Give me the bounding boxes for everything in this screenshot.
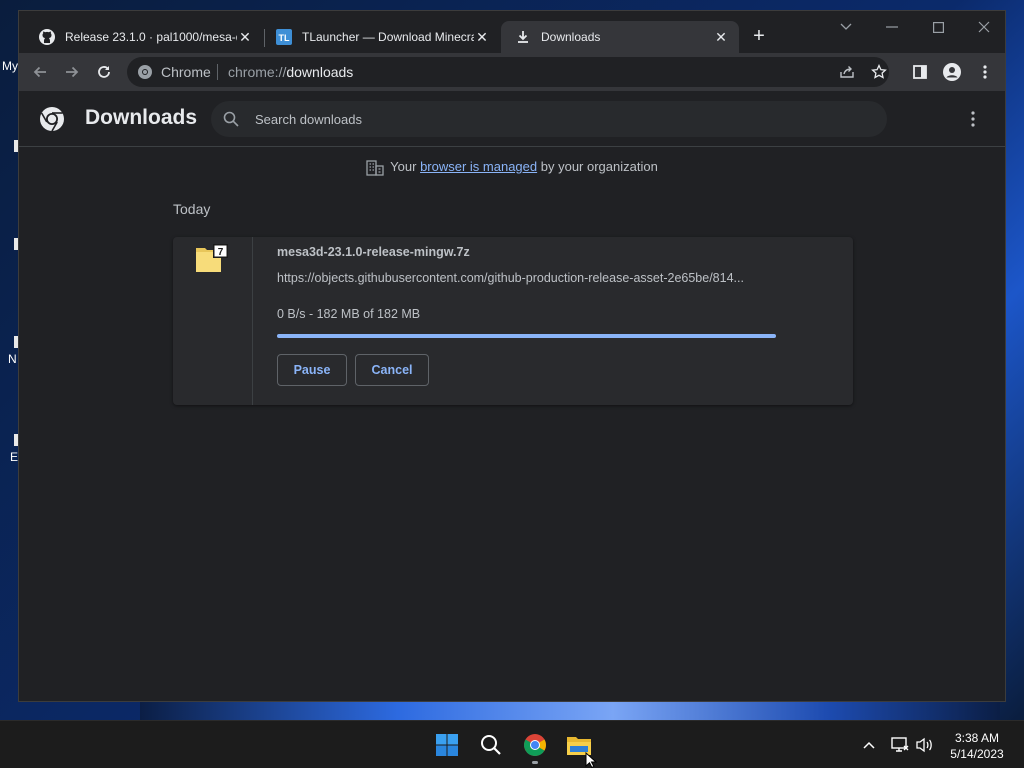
clock-time: 3:38 AM xyxy=(954,731,1000,745)
search-icon xyxy=(223,111,239,127)
pause-button[interactable]: Pause xyxy=(277,354,347,386)
tlauncher-icon: TL xyxy=(276,29,292,45)
desktop-icon-label: E xyxy=(10,450,19,464)
forward-button[interactable] xyxy=(60,60,84,84)
cancel-button[interactable]: Cancel xyxy=(355,354,429,386)
profile-icon xyxy=(943,63,961,81)
share-button[interactable] xyxy=(835,60,859,84)
building-icon xyxy=(366,159,384,176)
reload-icon xyxy=(98,66,110,78)
network-icon xyxy=(891,737,909,752)
tab-tlauncher[interactable]: TL TLauncher — Download Minecraft ✕ xyxy=(262,21,500,53)
share-icon xyxy=(840,66,854,78)
new-tab-button[interactable]: + xyxy=(747,25,771,49)
svg-text:TL: TL xyxy=(279,33,290,43)
download-url[interactable]: https://objects.githubusercontent.com/gi… xyxy=(277,271,773,285)
kebab-menu-icon xyxy=(983,65,987,79)
side-panel-icon xyxy=(913,65,927,79)
url-host: downloads xyxy=(286,64,354,80)
taskbar: 3:38 AM 5/14/2023 xyxy=(0,720,1024,768)
omnibox-separator xyxy=(217,64,218,80)
chevron-down-icon xyxy=(840,23,852,30)
managed-notice: Your browser is managed by your organiza… xyxy=(19,159,1005,179)
network-button[interactable] xyxy=(890,735,910,755)
tab-search-button[interactable] xyxy=(823,15,869,39)
download-icon-column: 7 xyxy=(173,237,253,405)
page-title: Downloads xyxy=(85,106,198,129)
7z-badge-text: 7 xyxy=(218,247,224,258)
managed-prefix: Your xyxy=(390,159,417,174)
url-scheme: chrome:// xyxy=(228,64,287,80)
search-box[interactable] xyxy=(211,101,887,137)
download-progress-bar xyxy=(277,334,776,338)
7z-archive-icon: 7 xyxy=(196,244,228,272)
profile-button[interactable] xyxy=(940,60,964,84)
download-progress-fill xyxy=(277,334,776,338)
chrome-icon xyxy=(138,65,152,79)
show-hidden-icons-button[interactable] xyxy=(859,735,879,755)
date-section-header: Today xyxy=(173,201,211,217)
close-icon[interactable]: ✕ xyxy=(237,29,253,45)
downloads-page: Downloads Your browser is managed by you… xyxy=(19,91,1005,701)
back-button[interactable] xyxy=(28,60,52,84)
tab-title: TLauncher — Download Minecraft xyxy=(302,30,474,44)
browser-menu-button[interactable] xyxy=(973,60,997,84)
chrome-logo-icon xyxy=(40,107,64,132)
system-clock[interactable]: 3:38 AM 5/14/2023 xyxy=(942,730,1012,762)
github-icon xyxy=(39,29,55,45)
minimize-button[interactable] xyxy=(869,15,915,39)
desktop-icon-label: My xyxy=(2,59,18,73)
managed-suffix: by your organization xyxy=(540,159,658,174)
reload-button[interactable] xyxy=(92,60,116,84)
search-icon xyxy=(481,735,501,755)
chevron-up-icon xyxy=(863,741,875,749)
url-text[interactable]: chrome://downloads xyxy=(228,64,353,80)
search-input[interactable] xyxy=(255,109,855,129)
close-icon[interactable]: ✕ xyxy=(713,29,729,45)
tab-strip: Release 23.1.0 · pal1000/mesa-dist-win ✕… xyxy=(19,11,1005,53)
close-icon[interactable]: ✕ xyxy=(474,29,490,45)
maximize-button[interactable] xyxy=(915,15,961,39)
back-arrow-icon xyxy=(33,66,46,78)
chrome-icon xyxy=(524,734,546,756)
tab-downloads[interactable]: Downloads ✕ xyxy=(501,21,739,53)
download-filename[interactable]: mesa3d-23.1.0-release-mingw.7z xyxy=(277,245,470,259)
star-icon xyxy=(871,64,887,79)
mouse-cursor-icon xyxy=(585,752,598,768)
clock-date: 5/14/2023 xyxy=(950,747,1004,761)
site-chip-label: Chrome xyxy=(161,64,211,80)
taskbar-search-button[interactable] xyxy=(477,731,505,759)
window-close-button[interactable] xyxy=(961,15,1005,39)
running-indicator xyxy=(532,761,538,764)
speaker-icon xyxy=(916,737,932,753)
download-status: 0 B/s - 182 MB of 182 MB xyxy=(277,307,421,321)
taskbar-chrome-button[interactable] xyxy=(521,731,549,759)
managed-link[interactable]: browser is managed xyxy=(420,159,537,174)
desktop-icon-label: N xyxy=(8,352,17,366)
more-actions-icon[interactable] xyxy=(963,109,983,129)
volume-button[interactable] xyxy=(915,735,935,755)
download-icon xyxy=(515,29,531,45)
address-bar[interactable]: Chrome chrome://downloads xyxy=(127,57,889,87)
bookmark-button[interactable] xyxy=(867,60,891,84)
chrome-window: Release 23.1.0 · pal1000/mesa-dist-win ✕… xyxy=(18,10,1006,702)
page-header: Downloads xyxy=(19,91,1005,147)
download-item: 7 mesa3d-23.1.0-release-mingw.7z https:/… xyxy=(173,237,853,405)
forward-arrow-icon xyxy=(66,66,79,78)
windows-logo-icon xyxy=(436,734,458,756)
tab-github-release[interactable]: Release 23.1.0 · pal1000/mesa-dist-win ✕ xyxy=(25,21,263,53)
side-panel-button[interactable] xyxy=(908,60,932,84)
browser-toolbar: Chrome chrome://downloads xyxy=(19,53,1005,91)
tab-title: Release 23.1.0 · pal1000/mesa-dist-win xyxy=(65,30,237,44)
tab-title: Downloads xyxy=(541,30,601,44)
start-button[interactable] xyxy=(433,731,461,759)
